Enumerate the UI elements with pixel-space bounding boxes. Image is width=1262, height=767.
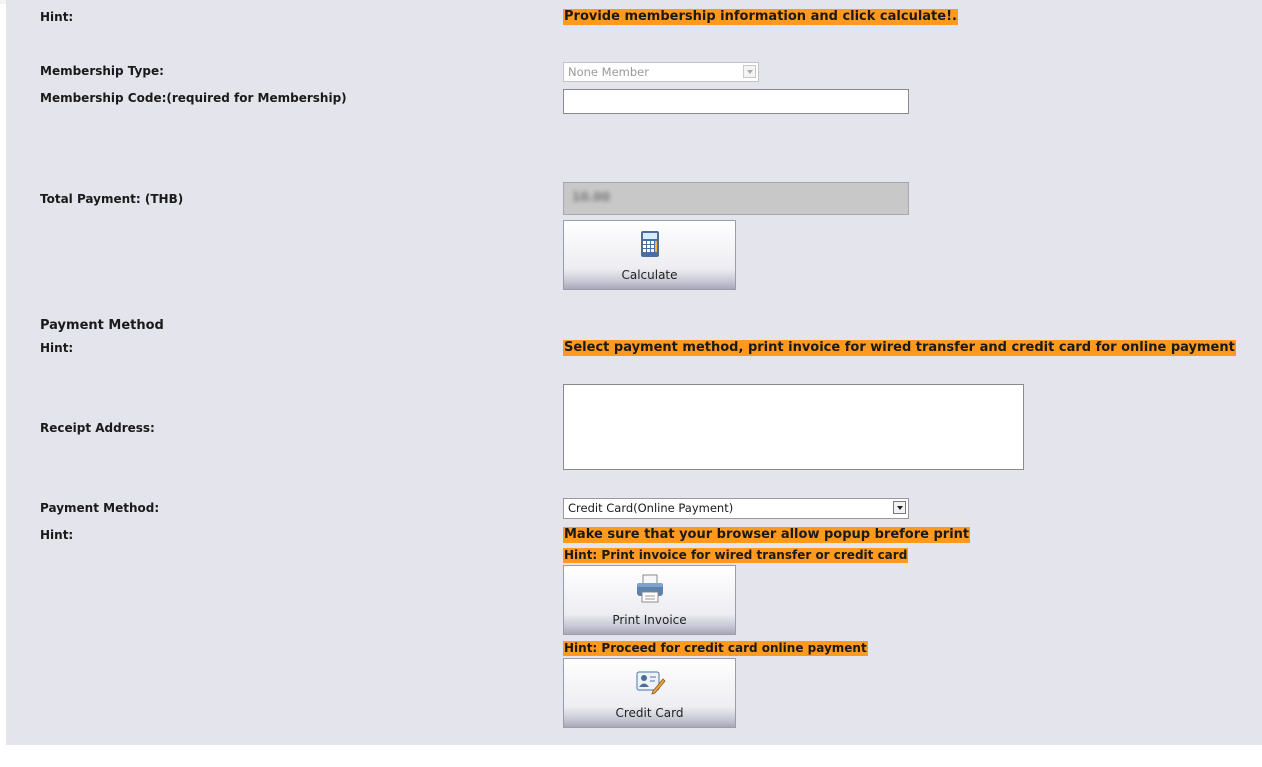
hint-top: Provide membership information and click… [563, 9, 958, 25]
form-panel: Hint: Provide membership information and… [6, 0, 1262, 745]
printer-icon [634, 574, 666, 604]
hint-payment: Select payment method, print invoice for… [563, 340, 1236, 356]
credit-card-button[interactable]: Credit Card [563, 658, 736, 728]
print-invoice-button-label: Print Invoice [612, 613, 687, 627]
membership-type-value: None Member [568, 65, 649, 79]
membership-code-label: Membership Code:(required for Membership… [40, 91, 347, 105]
hint-label: Hint: [40, 10, 74, 24]
print-invoice-button[interactable]: Print Invoice [563, 565, 736, 635]
membership-type-label: Membership Type: [40, 64, 164, 78]
hint-print: Hint: Print invoice for wired transfer o… [563, 548, 909, 563]
payment-method-section-title: Payment Method [40, 318, 164, 333]
receipt-address-label: Receipt Address: [40, 421, 155, 435]
hint-label-popup: Hint: [40, 528, 74, 542]
dropdown-arrow-icon[interactable] [893, 501, 906, 514]
calculate-button[interactable]: Calculate [563, 220, 736, 290]
credit-card-button-label: Credit Card [615, 706, 684, 720]
membership-code-input[interactable] [563, 89, 909, 114]
payment-method-value: Credit Card(Online Payment) [568, 501, 734, 515]
payment-method-select[interactable]: Credit Card(Online Payment) [563, 498, 909, 519]
total-payment-label: Total Payment: (THB) [40, 192, 184, 206]
dropdown-arrow-icon[interactable] [743, 65, 756, 78]
total-payment-field: 10.00 [563, 182, 909, 215]
hint-popup: Make sure that your browser allow popup … [563, 527, 971, 543]
calculate-button-label: Calculate [621, 268, 678, 282]
receipt-address-textarea[interactable] [563, 384, 1024, 470]
total-payment-value: 10.00 [572, 190, 610, 204]
membership-type-select[interactable]: None Member [563, 62, 759, 82]
hint-proceed: Hint: Proceed for credit card online pay… [563, 641, 868, 656]
hint-label-payment: Hint: [40, 341, 74, 355]
id-card-pencil-icon [634, 667, 666, 697]
calculator-icon [634, 229, 666, 259]
payment-method-label: Payment Method: [40, 501, 160, 515]
